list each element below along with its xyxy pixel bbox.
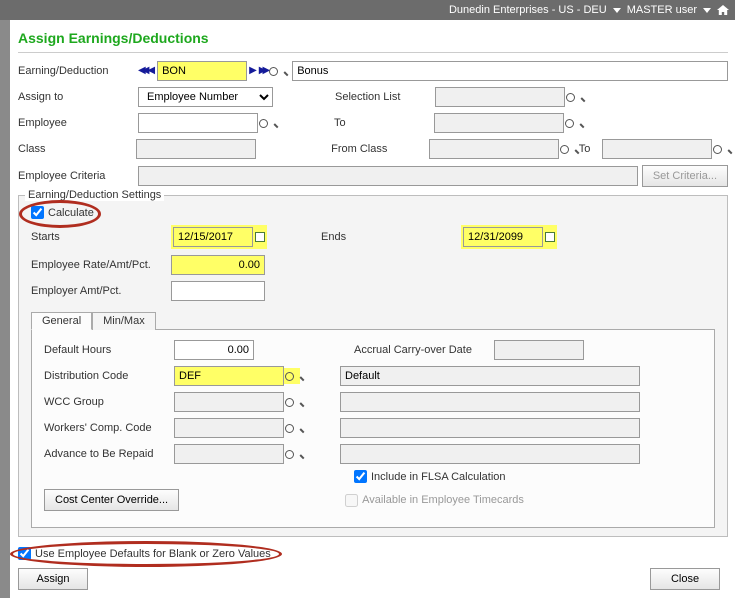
criteria-input [138, 166, 638, 186]
starts-input[interactable] [173, 227, 253, 247]
search-icon[interactable] [268, 63, 284, 79]
default-hours-label: Default Hours [44, 344, 174, 356]
employee-label: Employee [18, 117, 138, 129]
search-icon[interactable] [565, 89, 581, 105]
selection-list-label: Selection List [335, 91, 435, 103]
calculate-checkbox[interactable] [31, 206, 44, 219]
search-icon[interactable] [284, 368, 300, 384]
to-label: To [334, 117, 434, 129]
wcc-group-label: WCC Group [44, 396, 174, 408]
nav-first-icon[interactable]: ◀◀ [138, 66, 145, 76]
calendar-icon[interactable] [255, 232, 265, 242]
chevron-down-icon[interactable] [703, 8, 711, 13]
title-bar: Dunedin Enterprises - US - DEU MASTER us… [0, 0, 735, 20]
from-class-label: From Class [331, 143, 429, 155]
emp-rate-input[interactable] [171, 255, 265, 275]
dist-code-label: Distribution Code [44, 370, 174, 382]
tab-general[interactable]: General [31, 312, 92, 330]
earning-deduction-code[interactable] [157, 61, 247, 81]
wc-code-input [174, 418, 284, 438]
search-icon[interactable] [712, 141, 728, 157]
default-hours-input[interactable] [174, 340, 254, 360]
starts-label: Starts [31, 231, 171, 243]
search-icon[interactable] [564, 115, 580, 131]
search-icon[interactable] [284, 446, 300, 462]
dist-code-input[interactable] [174, 366, 284, 386]
accrual-input [494, 340, 584, 360]
advance-desc [340, 444, 640, 464]
set-criteria-button: Set Criteria... [642, 165, 728, 187]
emp-rate-label: Employee Rate/Amt/Pct. [31, 259, 171, 271]
advance-label: Advance to Be Repaid [44, 448, 174, 460]
to-input [434, 113, 564, 133]
wcc-group-desc [340, 392, 640, 412]
assign-button[interactable]: Assign [18, 568, 88, 590]
empr-amt-input[interactable] [171, 281, 265, 301]
nav-prev-icon[interactable]: ◀ [147, 66, 155, 76]
to-class-label: To [579, 143, 603, 155]
use-defaults-checkbox[interactable] [18, 547, 31, 560]
assign-to-select[interactable]: Employee Number [138, 87, 273, 107]
nav-last-icon[interactable]: ▶▶ [259, 66, 266, 76]
class-label: Class [18, 143, 136, 155]
dist-code-desc [340, 366, 640, 386]
search-icon[interactable] [284, 394, 300, 410]
employee-input[interactable] [138, 113, 258, 133]
selection-list-input[interactable] [435, 87, 565, 107]
user-text: MASTER user [627, 4, 697, 16]
nav-next-icon[interactable]: ▶ [249, 66, 257, 76]
advance-input [174, 444, 284, 464]
home-icon[interactable] [717, 5, 729, 15]
tab-minmax[interactable]: Min/Max [92, 312, 156, 330]
search-icon[interactable] [284, 420, 300, 436]
class-input [136, 139, 256, 159]
earning-deduction-label: Earning/Deduction [18, 65, 138, 77]
accrual-label: Accrual Carry-over Date [354, 344, 494, 356]
use-defaults-label: Use Employee Defaults for Blank or Zero … [35, 548, 271, 560]
flsa-checkbox[interactable] [354, 470, 367, 483]
calendar-icon[interactable] [545, 232, 555, 242]
wc-code-desc [340, 418, 640, 438]
flsa-label: Include in FLSA Calculation [371, 471, 506, 483]
earning-deduction-desc[interactable] [292, 61, 728, 81]
page-title: Assign Earnings/Deductions [18, 28, 728, 53]
to-class-input [602, 139, 712, 159]
available-timecards-checkbox [345, 494, 358, 507]
criteria-label: Employee Criteria [18, 170, 138, 182]
settings-group-title: Earning/Deduction Settings [25, 189, 164, 201]
calculate-label: Calculate [48, 207, 94, 219]
ends-input[interactable] [463, 227, 543, 247]
close-button[interactable]: Close [650, 568, 720, 590]
search-icon[interactable] [258, 115, 274, 131]
from-class-input [429, 139, 559, 159]
cost-center-override-button[interactable]: Cost Center Override... [44, 489, 179, 511]
empr-amt-label: Employer Amt/Pct. [31, 285, 171, 297]
ends-label: Ends [321, 231, 461, 243]
company-text: Dunedin Enterprises - US - DEU [449, 4, 607, 16]
settings-group: Earning/Deduction Settings Calculate Sta… [18, 195, 728, 537]
tab-body-general: Default Hours Accrual Carry-over Date Di… [31, 329, 715, 528]
assign-to-label: Assign to [18, 91, 138, 103]
wc-code-label: Workers' Comp. Code [44, 422, 174, 434]
wcc-group-input [174, 392, 284, 412]
left-scrollbar[interactable] [0, 20, 10, 598]
search-icon[interactable] [559, 141, 575, 157]
available-timecards-label: Available in Employee Timecards [362, 494, 524, 506]
chevron-down-icon[interactable] [613, 8, 621, 13]
